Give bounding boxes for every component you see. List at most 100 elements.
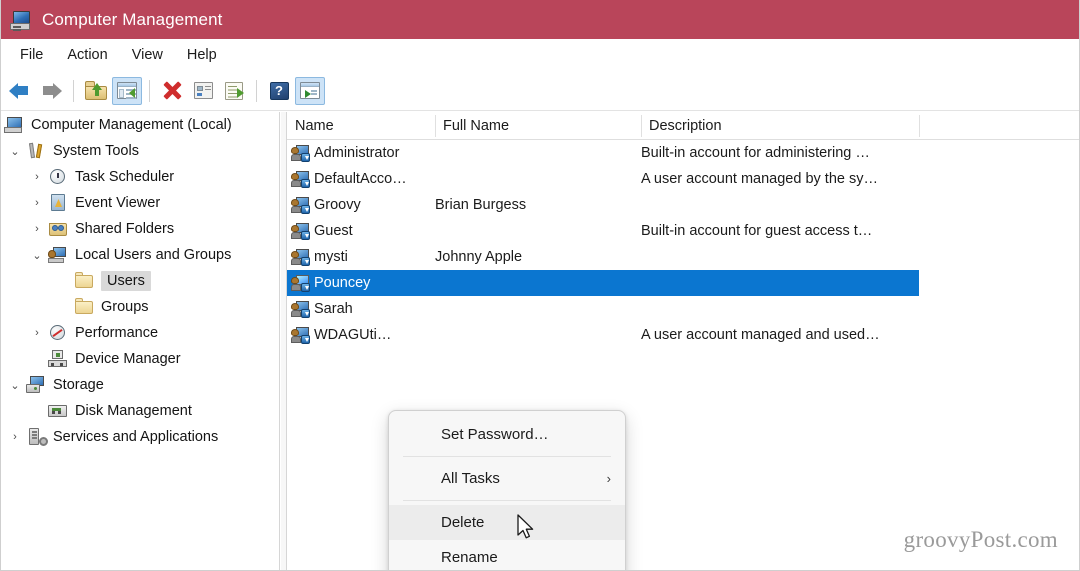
back-button[interactable] bbox=[5, 77, 35, 105]
help-button[interactable]: ? bbox=[264, 77, 294, 105]
tree-item-computer-management[interactable]: Computer Management (Local) bbox=[0, 112, 279, 138]
device-manager-icon bbox=[48, 350, 70, 368]
services-icon bbox=[26, 428, 48, 446]
tree-item-storage[interactable]: ⌄ Storage bbox=[0, 372, 279, 398]
column-header-description[interactable]: Description bbox=[641, 112, 919, 140]
action-pane-icon bbox=[300, 82, 320, 99]
tree-item-users[interactable]: Users bbox=[0, 268, 279, 294]
user-icon bbox=[291, 300, 310, 318]
table-row[interactable]: Sarah bbox=[287, 296, 919, 322]
context-menu-item-delete[interactable]: Delete bbox=[389, 505, 625, 540]
tree-item-event-viewer[interactable]: › Event Viewer bbox=[0, 190, 279, 216]
toolbar-separator bbox=[149, 79, 150, 102]
tree-item-label: Services and Applications bbox=[53, 428, 219, 445]
properties-button[interactable] bbox=[188, 77, 218, 105]
tree-item-label: Shared Folders bbox=[75, 220, 175, 237]
up-one-level-button[interactable] bbox=[81, 77, 111, 105]
properties-icon bbox=[193, 82, 213, 99]
row-name-text: WDAGUti… bbox=[314, 327, 392, 343]
row-description-cell: A user account managed and used… bbox=[641, 327, 880, 343]
chevron-down-icon[interactable]: ⌄ bbox=[4, 379, 26, 392]
context-menu-item-label: All Tasks bbox=[441, 470, 500, 487]
red-x-icon bbox=[162, 81, 182, 100]
column-header-full-name[interactable]: Full Name bbox=[435, 112, 641, 140]
help-question-icon: ? bbox=[269, 81, 289, 100]
menu-action[interactable]: Action bbox=[55, 43, 119, 67]
watermark: groovyPost.com bbox=[903, 527, 1058, 552]
chevron-right-icon: › bbox=[606, 471, 611, 486]
forward-arrow-icon bbox=[40, 82, 62, 99]
tree-item-groups[interactable]: Groups bbox=[0, 294, 279, 320]
chevron-right-icon[interactable]: › bbox=[26, 223, 48, 235]
tree-item-system-tools[interactable]: ⌄ System Tools bbox=[0, 138, 279, 164]
show-hide-console-tree-button[interactable] bbox=[112, 76, 142, 105]
tree-item-device-manager[interactable]: Device Manager bbox=[0, 346, 279, 372]
row-fullname-cell: Johnny Apple bbox=[435, 249, 523, 265]
user-icon bbox=[291, 222, 310, 240]
tree-item-services-and-applications[interactable]: › Services and Applications bbox=[0, 424, 279, 450]
tree-item-label: Users bbox=[101, 270, 151, 292]
menu-help[interactable]: Help bbox=[175, 43, 229, 67]
table-row[interactable]: Administrator Built-in account for admin… bbox=[287, 140, 919, 166]
row-name-cell: Pouncey bbox=[291, 274, 370, 292]
row-name-cell: WDAGUti… bbox=[291, 326, 391, 344]
row-description-cell: A user account managed by the sy… bbox=[641, 171, 878, 187]
user-icon bbox=[291, 196, 310, 214]
chevron-down-icon[interactable]: ⌄ bbox=[26, 249, 48, 262]
row-name-cell: Sarah bbox=[291, 300, 353, 318]
column-divider[interactable] bbox=[919, 115, 920, 137]
context-menu-item-set-password[interactable]: Set Password… bbox=[389, 417, 625, 452]
row-name-text: Administrator bbox=[314, 145, 400, 161]
console-tree-pane[interactable]: Computer Management (Local) ⌄ System Too… bbox=[0, 112, 280, 571]
chevron-down-icon[interactable]: ⌄ bbox=[4, 145, 26, 158]
tree-item-label: System Tools bbox=[53, 142, 139, 159]
computer-icon bbox=[4, 116, 26, 134]
row-name-cell: Guest bbox=[291, 222, 353, 240]
list-header: Name Full Name Description bbox=[287, 112, 1080, 140]
chevron-right-icon[interactable]: › bbox=[4, 431, 26, 443]
clock-icon bbox=[48, 168, 70, 186]
user-icon bbox=[291, 326, 310, 344]
tree-item-local-users-and-groups[interactable]: ⌄ Local Users and Groups bbox=[0, 242, 279, 268]
table-row[interactable]: Guest Built-in account for guest access … bbox=[287, 218, 919, 244]
context-menu: Set Password… All Tasks › Delete Rename … bbox=[388, 410, 626, 571]
context-menu-separator bbox=[403, 456, 611, 457]
column-header-name[interactable]: Name bbox=[287, 112, 435, 140]
computer-management-window: Computer Management File Action View Hel… bbox=[0, 0, 1080, 571]
table-row[interactable]: DefaultAcco… A user account managed by t… bbox=[287, 166, 919, 192]
toolbar-separator bbox=[256, 79, 257, 102]
chevron-right-icon[interactable]: › bbox=[26, 171, 48, 183]
context-menu-separator bbox=[403, 500, 611, 501]
delete-button[interactable] bbox=[157, 77, 187, 105]
chevron-right-icon[interactable]: › bbox=[26, 327, 48, 339]
tree-item-label: Device Manager bbox=[75, 350, 181, 367]
main-content: Computer Management (Local) ⌄ System Too… bbox=[0, 112, 1080, 571]
row-name-text: Guest bbox=[314, 223, 353, 239]
tree-item-label: Storage bbox=[53, 376, 104, 393]
tree-item-performance[interactable]: › Performance bbox=[0, 320, 279, 346]
table-row-selected[interactable]: Pouncey bbox=[287, 270, 919, 296]
tree-item-shared-folders[interactable]: › Shared Folders bbox=[0, 216, 279, 242]
tree-item-disk-management[interactable]: Disk Management bbox=[0, 398, 279, 424]
menu-view[interactable]: View bbox=[120, 43, 175, 67]
table-row[interactable]: mysti Johnny Apple bbox=[287, 244, 919, 270]
context-menu-item-all-tasks[interactable]: All Tasks › bbox=[389, 461, 625, 496]
user-icon bbox=[291, 144, 310, 162]
tree-item-task-scheduler[interactable]: › Task Scheduler bbox=[0, 164, 279, 190]
row-name-text: Groovy bbox=[314, 197, 361, 213]
row-name-text: mysti bbox=[314, 249, 348, 265]
context-menu-item-rename[interactable]: Rename bbox=[389, 540, 625, 571]
table-row[interactable]: Groovy Brian Burgess bbox=[287, 192, 919, 218]
row-description-cell: Built-in account for guest access t… bbox=[641, 223, 873, 239]
performance-icon bbox=[48, 324, 70, 342]
row-name-text: Sarah bbox=[314, 301, 353, 317]
forward-button[interactable] bbox=[36, 77, 66, 105]
chevron-right-icon[interactable]: › bbox=[26, 197, 48, 209]
show-action-pane-button[interactable] bbox=[295, 76, 325, 105]
row-name-cell: mysti bbox=[291, 248, 348, 266]
folder-up-icon bbox=[85, 81, 107, 100]
export-list-button[interactable] bbox=[219, 77, 249, 105]
shared-folders-icon bbox=[48, 220, 70, 238]
menu-file[interactable]: File bbox=[8, 43, 55, 67]
table-row[interactable]: WDAGUti… A user account managed and used… bbox=[287, 322, 919, 348]
